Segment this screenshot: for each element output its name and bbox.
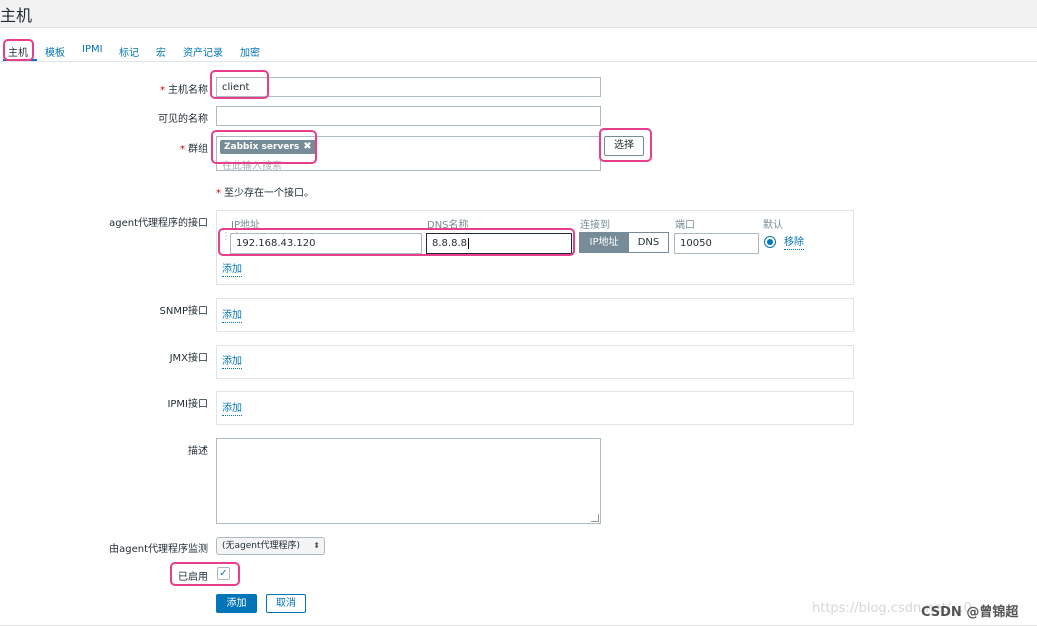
tab-encryption[interactable]: 加密 (240, 44, 260, 59)
description-label: 描述 (188, 446, 208, 457)
cancel-button[interactable]: 取消 (266, 594, 306, 613)
visible-name-input[interactable] (216, 106, 601, 126)
groups-label: * 群组 (180, 144, 208, 155)
select-arrows-icon: ⬍ (313, 541, 320, 550)
page-title: 主机 (0, 6, 33, 25)
highlight-box (210, 70, 269, 99)
snmp-interfaces-panel: 添加 (216, 298, 854, 332)
highlight-box (170, 562, 240, 586)
connect-ip-toggle[interactable]: IP地址 (579, 232, 629, 253)
highlight-box (3, 39, 34, 61)
add-agent-interface-link[interactable]: 添加 (222, 264, 242, 277)
highlight-box (211, 130, 317, 164)
connect-dns-toggle[interactable]: DNS (628, 232, 669, 253)
jmx-interfaces-label: JMX接口 (169, 353, 208, 364)
tab-tags[interactable]: 标记 (119, 44, 139, 59)
interface-note: * 至少存在一个接口。 (216, 188, 314, 199)
ipmi-interfaces-label: IPMI接口 (167, 399, 208, 410)
column-connect-to: 连接到 (580, 220, 610, 231)
highlight-box (599, 128, 652, 162)
proxy-select[interactable]: (无agent代理程序) ⬍ (216, 537, 325, 555)
highlight-box (218, 228, 575, 256)
column-port: 端口 (675, 220, 695, 231)
ipmi-interfaces-panel: 添加 (216, 391, 854, 425)
resize-handle-icon[interactable] (591, 514, 599, 522)
add-ipmi-interface-link[interactable]: 添加 (222, 403, 242, 416)
watermark-csdn: CSDN @曾锦超 (921, 605, 1019, 620)
host-name-label: * 主机名称 (160, 85, 208, 96)
remove-interface-link[interactable]: 移除 (784, 237, 804, 250)
add-snmp-interface-link[interactable]: 添加 (222, 310, 242, 323)
default-interface-radio[interactable] (764, 236, 776, 248)
column-default: 默认 (763, 220, 783, 231)
add-jmx-interface-link[interactable]: 添加 (222, 356, 242, 369)
agent-interfaces-label: agent代理程序的接口 (109, 218, 208, 229)
jmx-interfaces-panel: 添加 (216, 345, 854, 379)
description-textarea[interactable] (216, 438, 601, 524)
add-button[interactable]: 添加 (216, 594, 257, 613)
tab-bar: 主机 模板 IPMI 标记 宏 资产记录 加密 (0, 38, 1037, 62)
snmp-interfaces-label: SNMP接口 (159, 306, 209, 317)
host-name-input[interactable]: client (216, 77, 601, 97)
page-header: 主机 (0, 0, 1037, 28)
footer-divider (0, 625, 1037, 626)
port-input[interactable]: 10050 (674, 233, 759, 254)
tab-inventory[interactable]: 资产记录 (183, 44, 223, 59)
tab-ipmi[interactable]: IPMI (82, 44, 103, 55)
proxy-label: 由agent代理程序监测 (109, 544, 208, 555)
tab-templates[interactable]: 模板 (45, 44, 65, 59)
visible-name-label: 可见的名称 (158, 114, 208, 125)
tab-macros[interactable]: 宏 (156, 44, 166, 59)
